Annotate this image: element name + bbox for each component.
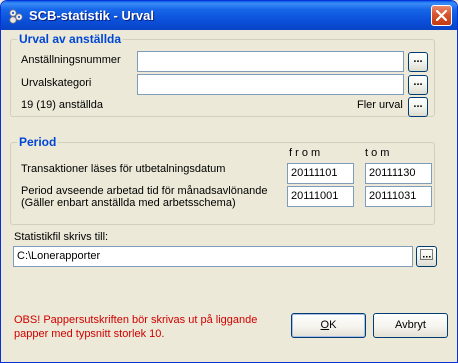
- transactions-date-label: Transaktioner läses för utbetalningsdatu…: [21, 163, 226, 175]
- dialog-body: Urval av anställda Anställningsnummer ..…: [4, 30, 454, 360]
- ok-button-mnemonic: O: [320, 319, 330, 331]
- notice-line-2: papper med typsnitt storlek 10.: [14, 328, 165, 340]
- notice-line-1: OBS! Pappersutskriften bör skrivas ut på…: [14, 314, 258, 326]
- ok-button[interactable]: OK: [291, 313, 366, 338]
- title-bar[interactable]: SCB-statistik - Urval: [1, 1, 457, 30]
- employee-number-label: Anställningsnummer: [21, 54, 121, 66]
- employee-number-field[interactable]: [137, 51, 404, 72]
- selection-group: Urval av anställda Anställningsnummer ..…: [10, 32, 435, 117]
- ok-button-label-rest: K: [329, 319, 337, 331]
- output-file-label: Statistikfil skrivs till:: [14, 231, 109, 243]
- selection-category-browse-button[interactable]: ...: [408, 75, 428, 95]
- period-group: Period f r o m t o m Transaktioner läses…: [10, 135, 435, 225]
- from-column-header: f r o m: [289, 147, 321, 159]
- employee-number-browse-button[interactable]: ...: [408, 52, 428, 72]
- close-button[interactable]: [431, 5, 452, 26]
- transactions-to-field[interactable]: 20111130: [365, 163, 432, 184]
- selection-group-title: Urval av anställda: [17, 32, 124, 46]
- close-icon: [436, 10, 447, 21]
- transactions-from-field[interactable]: 20111101: [287, 163, 354, 184]
- selection-category-field[interactable]: [137, 74, 404, 95]
- selection-category-label: Urvalskategori: [21, 77, 92, 89]
- paper-print-notice: OBS! Pappersutskriften bör skrivas ut på…: [14, 313, 294, 341]
- worked-time-period-label: Period avseende arbetad tid för månadsav…: [21, 185, 268, 197]
- output-file-browse-button[interactable]: [416, 246, 437, 267]
- worked-time-from-field[interactable]: 20111001: [287, 186, 354, 207]
- to-column-header: t o m: [365, 147, 390, 159]
- period-group-title: Period: [17, 135, 59, 149]
- window-title: SCB-statistik - Urval: [29, 8, 154, 23]
- worked-time-period-note: (Gäller enbart anställda med arbetsschem…: [21, 197, 236, 209]
- app-icon: [9, 9, 23, 24]
- browse-dots-icon: [420, 249, 433, 260]
- employee-count-text: 19 (19) anställda: [21, 99, 103, 111]
- dialog-window: SCB-statistik - Urval Urval av anställda…: [0, 0, 458, 363]
- cancel-button[interactable]: Avbryt: [373, 313, 448, 338]
- more-selection-label: Fler urval: [357, 99, 403, 111]
- more-selection-button[interactable]: ...: [408, 97, 428, 117]
- output-file-path-field[interactable]: C:\Lonerapporter: [13, 246, 413, 267]
- worked-time-to-field[interactable]: 20111031: [365, 186, 432, 207]
